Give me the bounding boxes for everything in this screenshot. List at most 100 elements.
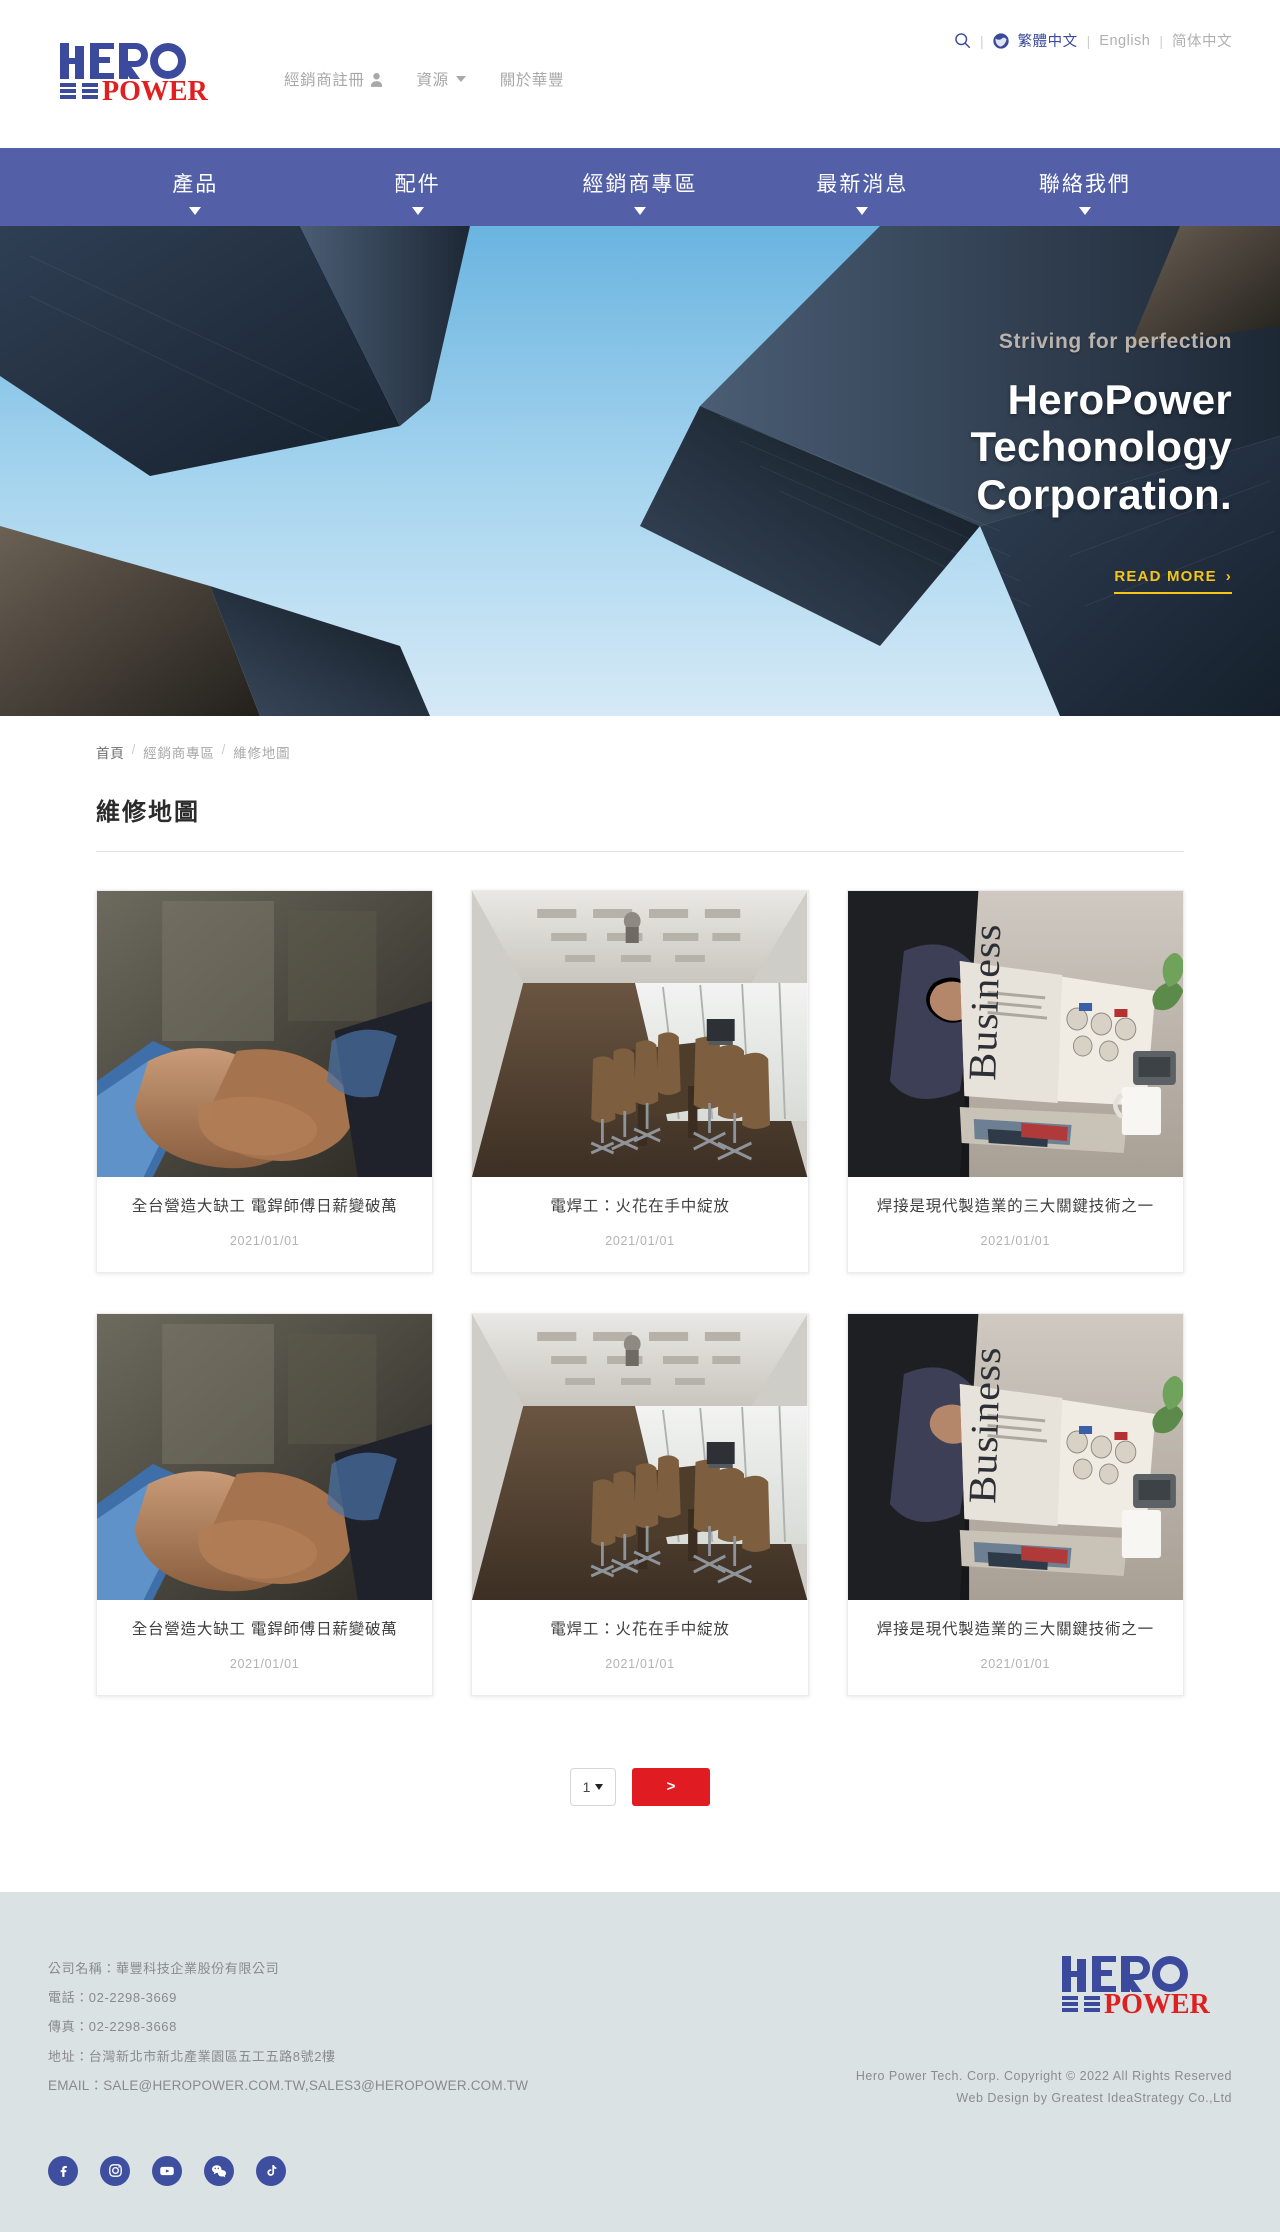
main-content: 首頁 / 經銷商專區 / 維修地圖 維修地圖 全台營造大缺工 電銲師傅日薪變破萬… (48, 716, 1232, 1806)
nav-label: 聯絡我們 (1038, 173, 1131, 196)
card-title: 焊接是現代製造業的三大關鍵技術之一 (876, 1620, 1154, 1638)
chevron-right-icon: › (1225, 567, 1232, 585)
newspaper-image: Business (847, 891, 1183, 1177)
search-icon[interactable] (954, 32, 971, 49)
card-title: 焊接是現代製造業的三大關鍵技術之一 (876, 1198, 1154, 1215)
card-date: 2021/01/01 (605, 1656, 675, 1671)
card-title: 電焊工：火花在手中綻放 (550, 1198, 730, 1215)
hero-power-logo-icon: POWER (1062, 1955, 1211, 2016)
card-date: 2021/01/01 (980, 1233, 1051, 1248)
divider: | (1159, 32, 1163, 49)
chevron-down-icon (595, 1783, 604, 1790)
footer-address: 地址：台灣新北市新北產業園區五工五路8號2樓 (48, 2048, 336, 2064)
facebook-icon[interactable] (48, 2155, 78, 2186)
chevron-down-icon (189, 207, 202, 215)
instagram-icon[interactable] (100, 2155, 130, 2186)
page-select[interactable]: 1 (570, 1767, 616, 1806)
breadcrumb-item-current: 維修地圖 (233, 746, 291, 761)
nav-label: 配件 (394, 173, 441, 196)
handshake-image (97, 891, 433, 1177)
lang-option-simplified-chinese[interactable]: 简体中文 (1172, 30, 1232, 51)
top-nav-item-dealer-register[interactable]: 經銷商註冊 (284, 68, 383, 90)
footer-contact-info: 公司名稱：華豐科技企業股份有限公司 電話：02-2298-3669 傳真：02-… (48, 1954, 528, 2101)
card-body: 焊接是現代製造業的三大關鍵技術之一 2021/01/01 (848, 1600, 1183, 1695)
footer-fax: 傳真：02-2298-3668 (48, 2019, 177, 2035)
card-body: 全台營造大缺工 電銲師傅日薪變破萬 2021/01/01 (97, 1600, 432, 1695)
lang-option-traditional-chinese[interactable]: 繁體中文 (1018, 30, 1078, 51)
utility-nav: 經銷商註冊 資源 關於華豐 (284, 68, 564, 90)
card-item[interactable]: Business 焊接是現代製造業的三大關鍵技術之一 2021/01/01 (846, 1312, 1184, 1696)
footer-brand-block: POWER Hero Power Tech. Corp. Copyright ©… (856, 1954, 1232, 2110)
card-body: 電焊工：火花在手中綻放 2021/01/01 (472, 1177, 807, 1272)
nav-item-accessories[interactable]: 配件 (306, 148, 528, 215)
globe-icon[interactable] (992, 32, 1009, 49)
nav-item-news[interactable]: 最新消息 (751, 148, 973, 215)
hero-banner: Striving for perfection HeroPower Techon… (0, 226, 1280, 716)
card-grid: 全台營造大缺工 電銲師傅日薪變破萬 2021/01/01 電焊工：火花在手中綻放… (96, 890, 1184, 1696)
read-more-button[interactable]: READ MORE › (1114, 568, 1232, 594)
nav-item-contact[interactable]: 聯絡我們 (974, 148, 1196, 215)
footer-email[interactable]: EMAIL：SALE@HEROPOWER.COM.TW,SALES3@HEROP… (48, 2071, 528, 2101)
social-links (48, 2155, 1232, 2186)
page-title: 維修地圖 (96, 792, 1184, 852)
site-header: POWER 經銷商註冊 資源 關於華豐 | 繁體中文 | English | 简… (0, 0, 1280, 148)
chevron-down-icon (856, 207, 869, 215)
hero-content: Striving for perfection HeroPower Techon… (812, 226, 1232, 716)
card-title: 全台營造大缺工 電銲師傅日薪變破萬 (131, 1198, 398, 1215)
read-more-label: READ MORE (1114, 567, 1217, 585)
card-item[interactable]: Business 焊接是現代製造業的三大關鍵技術之一 2021/01/01 (846, 890, 1184, 1273)
youtube-icon[interactable] (152, 2155, 182, 2186)
nav-label: 經銷商專區 (582, 173, 698, 196)
top-nav-item-about[interactable]: 關於華豐 (500, 68, 564, 90)
chevron-down-icon (455, 76, 466, 82)
top-nav-label: 經銷商註冊 (284, 72, 365, 89)
divider: | (1086, 32, 1091, 49)
tiktok-icon[interactable] (256, 2155, 286, 2186)
person-icon (370, 72, 382, 87)
copyright-line-2: Web Design by Greatest IdeaStrategy Co.,… (956, 2090, 1232, 2105)
page-select-value: 1 (582, 1778, 591, 1795)
hero-power-logo-icon: POWER (60, 43, 209, 103)
handshake-image (97, 1313, 433, 1600)
chevron-down-icon (1078, 207, 1091, 215)
pagination: 1 > (96, 1767, 1184, 1806)
card-date: 2021/01/01 (229, 1233, 300, 1248)
hero-title-line-2: Techonology (970, 423, 1232, 471)
divider: | (980, 32, 984, 49)
copyright-line-1: Hero Power Tech. Corp. Copyright © 2022 … (855, 2068, 1232, 2083)
card-date: 2021/01/01 (605, 1233, 675, 1248)
conference-room-image (472, 1313, 808, 1600)
hero-title: HeroPower Techonology Corporation. (970, 376, 1232, 517)
next-page-button[interactable]: > (632, 1767, 710, 1806)
hero-kicker: Striving for perfection (998, 330, 1232, 354)
lang-option-english[interactable]: English (1099, 33, 1150, 49)
footer-copyright: Hero Power Tech. Corp. Copyright © 2022 … (856, 2066, 1232, 2110)
nav-item-dealer-zone[interactable]: 經銷商專區 (529, 148, 751, 215)
svg-text:Business: Business (960, 922, 1008, 1081)
breadcrumb: 首頁 / 經銷商專區 / 維修地圖 (96, 716, 1184, 762)
site-logo[interactable]: POWER (58, 41, 230, 103)
card-item[interactable]: 全台營造大缺工 電銲師傅日薪變破萬 2021/01/01 (96, 890, 434, 1273)
breadcrumb-item-home[interactable]: 首頁 (96, 742, 125, 762)
conference-room-image (472, 891, 808, 1177)
card-item[interactable]: 電焊工：火花在手中綻放 2021/01/01 (471, 890, 809, 1273)
main-navigation: 產品 配件 經銷商專區 最新消息 聯絡我們 (0, 148, 1280, 226)
card-item[interactable]: 電焊工：火花在手中綻放 2021/01/01 (471, 1312, 809, 1696)
newspaper-image: Business (847, 1313, 1183, 1600)
breadcrumb-item-dealer-zone[interactable]: 經銷商專區 (143, 742, 215, 762)
wechat-icon[interactable] (204, 2155, 234, 2186)
top-nav-item-resources[interactable]: 資源 (417, 68, 466, 90)
card-body: 全台營造大缺工 電銲師傅日薪變破萬 2021/01/01 (97, 1177, 432, 1272)
footer-phone: 電話：02-2298-3669 (48, 1990, 177, 2006)
svg-text:POWER: POWER (1104, 1989, 1211, 2016)
top-nav-label: 關於華豐 (499, 72, 565, 89)
card-title: 電焊工：火花在手中綻放 (550, 1620, 730, 1638)
card-date: 2021/01/01 (229, 1656, 300, 1671)
card-item[interactable]: 全台營造大缺工 電銲師傅日薪變破萬 2021/01/01 (96, 1312, 434, 1696)
card-date: 2021/01/01 (980, 1656, 1051, 1671)
hero-title-line-3: Corporation. (976, 470, 1232, 518)
breadcrumb-separator: / (221, 742, 227, 757)
footer-top: 公司名稱：華豐科技企業股份有限公司 電話：02-2298-3669 傳真：02-… (48, 1954, 1232, 2110)
nav-item-products[interactable]: 產品 (84, 148, 306, 215)
hero-title-line-1: HeroPower (1007, 376, 1232, 424)
